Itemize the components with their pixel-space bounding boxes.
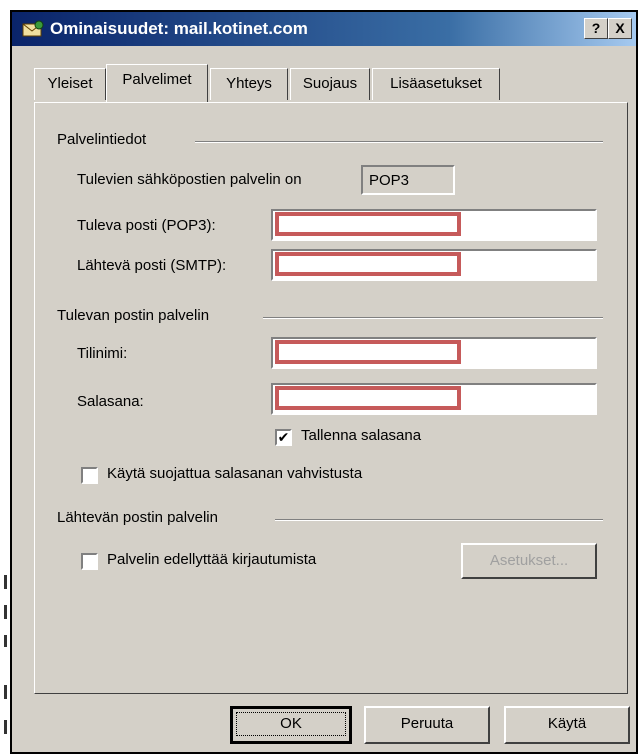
ok-button[interactable]: OK xyxy=(230,706,352,744)
incoming-type-value: POP3 xyxy=(369,172,410,189)
background-fragment xyxy=(4,635,7,647)
help-button[interactable]: ? xyxy=(584,18,608,39)
spa-checkbox[interactable] xyxy=(81,467,98,484)
outgoing-server-input[interactable] xyxy=(271,249,597,281)
tab-connection[interactable]: Yhteys xyxy=(210,68,288,100)
redaction-box xyxy=(275,252,461,276)
incoming-server-input[interactable] xyxy=(271,209,597,241)
tab-general[interactable]: Yleiset xyxy=(34,68,106,100)
group-divider xyxy=(275,519,603,521)
outgoing-server-label: Lähtevä posti (SMTP): xyxy=(77,257,227,274)
requires-auth-checkbox[interactable] xyxy=(81,553,98,570)
properties-dialog: Ominaisuudet: mail.kotinet.com ? X Yleis… xyxy=(10,10,638,754)
group-heading-server-info: Palvelintiedot xyxy=(57,131,147,148)
background-fragment xyxy=(4,720,7,734)
tab-servers[interactable]: Palvelimet xyxy=(106,64,208,102)
tab-advanced[interactable]: Lisäasetukset xyxy=(372,68,500,100)
redaction-box xyxy=(275,386,461,410)
background-fragment xyxy=(4,685,7,699)
requires-auth-label: Palvelin edellyttää kirjautumista xyxy=(107,551,317,568)
save-password-label: Tallenna salasana xyxy=(301,427,422,444)
redaction-box xyxy=(275,212,461,236)
group-heading-incoming: Tulevan postin palvelin xyxy=(57,307,210,324)
account-name-label: Tilinimi: xyxy=(77,345,128,362)
mail-account-icon xyxy=(22,20,44,37)
background-strip xyxy=(0,0,10,756)
account-name-input[interactable] xyxy=(271,337,597,369)
incoming-type-field: POP3 xyxy=(361,165,455,195)
settings-button[interactable]: Asetukset... xyxy=(461,543,597,579)
ok-label: OK xyxy=(236,712,346,736)
close-button[interactable]: X xyxy=(608,18,632,39)
tab-security[interactable]: Suojaus xyxy=(290,68,370,100)
incoming-type-label: Tulevien sähköpostien palvelin on xyxy=(77,171,302,188)
cancel-button[interactable]: Peruuta xyxy=(364,706,490,744)
background-fragment xyxy=(4,575,7,589)
redaction-box xyxy=(275,340,461,364)
title-bar[interactable]: Ominaisuudet: mail.kotinet.com ? X xyxy=(12,12,636,46)
background-fragment xyxy=(4,605,7,619)
group-divider xyxy=(263,317,603,319)
tab-panel-servers: Palvelintiedot Tulevien sähköpostien pal… xyxy=(34,102,628,694)
group-divider xyxy=(195,141,603,143)
incoming-server-label: Tuleva posti (POP3): xyxy=(77,217,216,234)
spa-label: Käytä suojattua salasanan vahvistusta xyxy=(107,465,363,482)
apply-button[interactable]: Käytä xyxy=(504,706,630,744)
window-title: Ominaisuudet: mail.kotinet.com xyxy=(50,19,308,38)
password-input[interactable] xyxy=(271,383,597,415)
password-label: Salasana: xyxy=(77,393,144,410)
save-password-checkbox[interactable]: ✔ xyxy=(275,429,292,446)
group-heading-outgoing: Lähtevän postin palvelin xyxy=(57,509,218,526)
